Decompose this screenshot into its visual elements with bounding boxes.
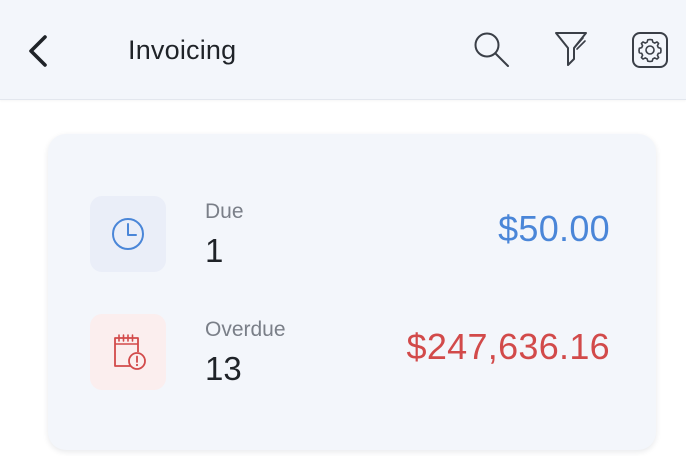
overdue-label: Overdue xyxy=(205,318,286,341)
back-button[interactable] xyxy=(18,28,58,74)
invoicing-screen: Invoicing Due 1 $50.00 Overdue 13 $247,6… xyxy=(0,0,686,456)
filter-button[interactable] xyxy=(548,26,594,72)
gear-icon xyxy=(632,32,668,68)
due-count: 1 xyxy=(205,232,224,269)
overdue-amount: $247,636.16 xyxy=(406,326,610,367)
app-header: Invoicing xyxy=(0,0,686,100)
filter-icon xyxy=(555,32,587,66)
clock-icon xyxy=(112,218,144,250)
overdue-count: 13 xyxy=(205,350,242,387)
overdue-icon-tile xyxy=(90,314,166,390)
search-icon xyxy=(474,32,509,67)
settings-button[interactable] xyxy=(628,28,672,72)
summary-row-overdue[interactable]: Overdue 13 $247,636.16 xyxy=(48,312,656,402)
page-title: Invoicing xyxy=(128,35,237,65)
summary-row-due[interactable]: Due 1 $50.00 xyxy=(48,194,656,284)
due-amount: $50.00 xyxy=(498,208,610,249)
invoice-summary-card: Due 1 $50.00 Overdue 13 $247,636.16 xyxy=(48,134,656,450)
search-button[interactable] xyxy=(468,26,514,72)
due-icon-tile xyxy=(90,196,166,272)
due-label: Due xyxy=(205,200,244,223)
overdue-calendar-icon xyxy=(114,334,146,370)
chevron-left-icon xyxy=(29,35,47,67)
